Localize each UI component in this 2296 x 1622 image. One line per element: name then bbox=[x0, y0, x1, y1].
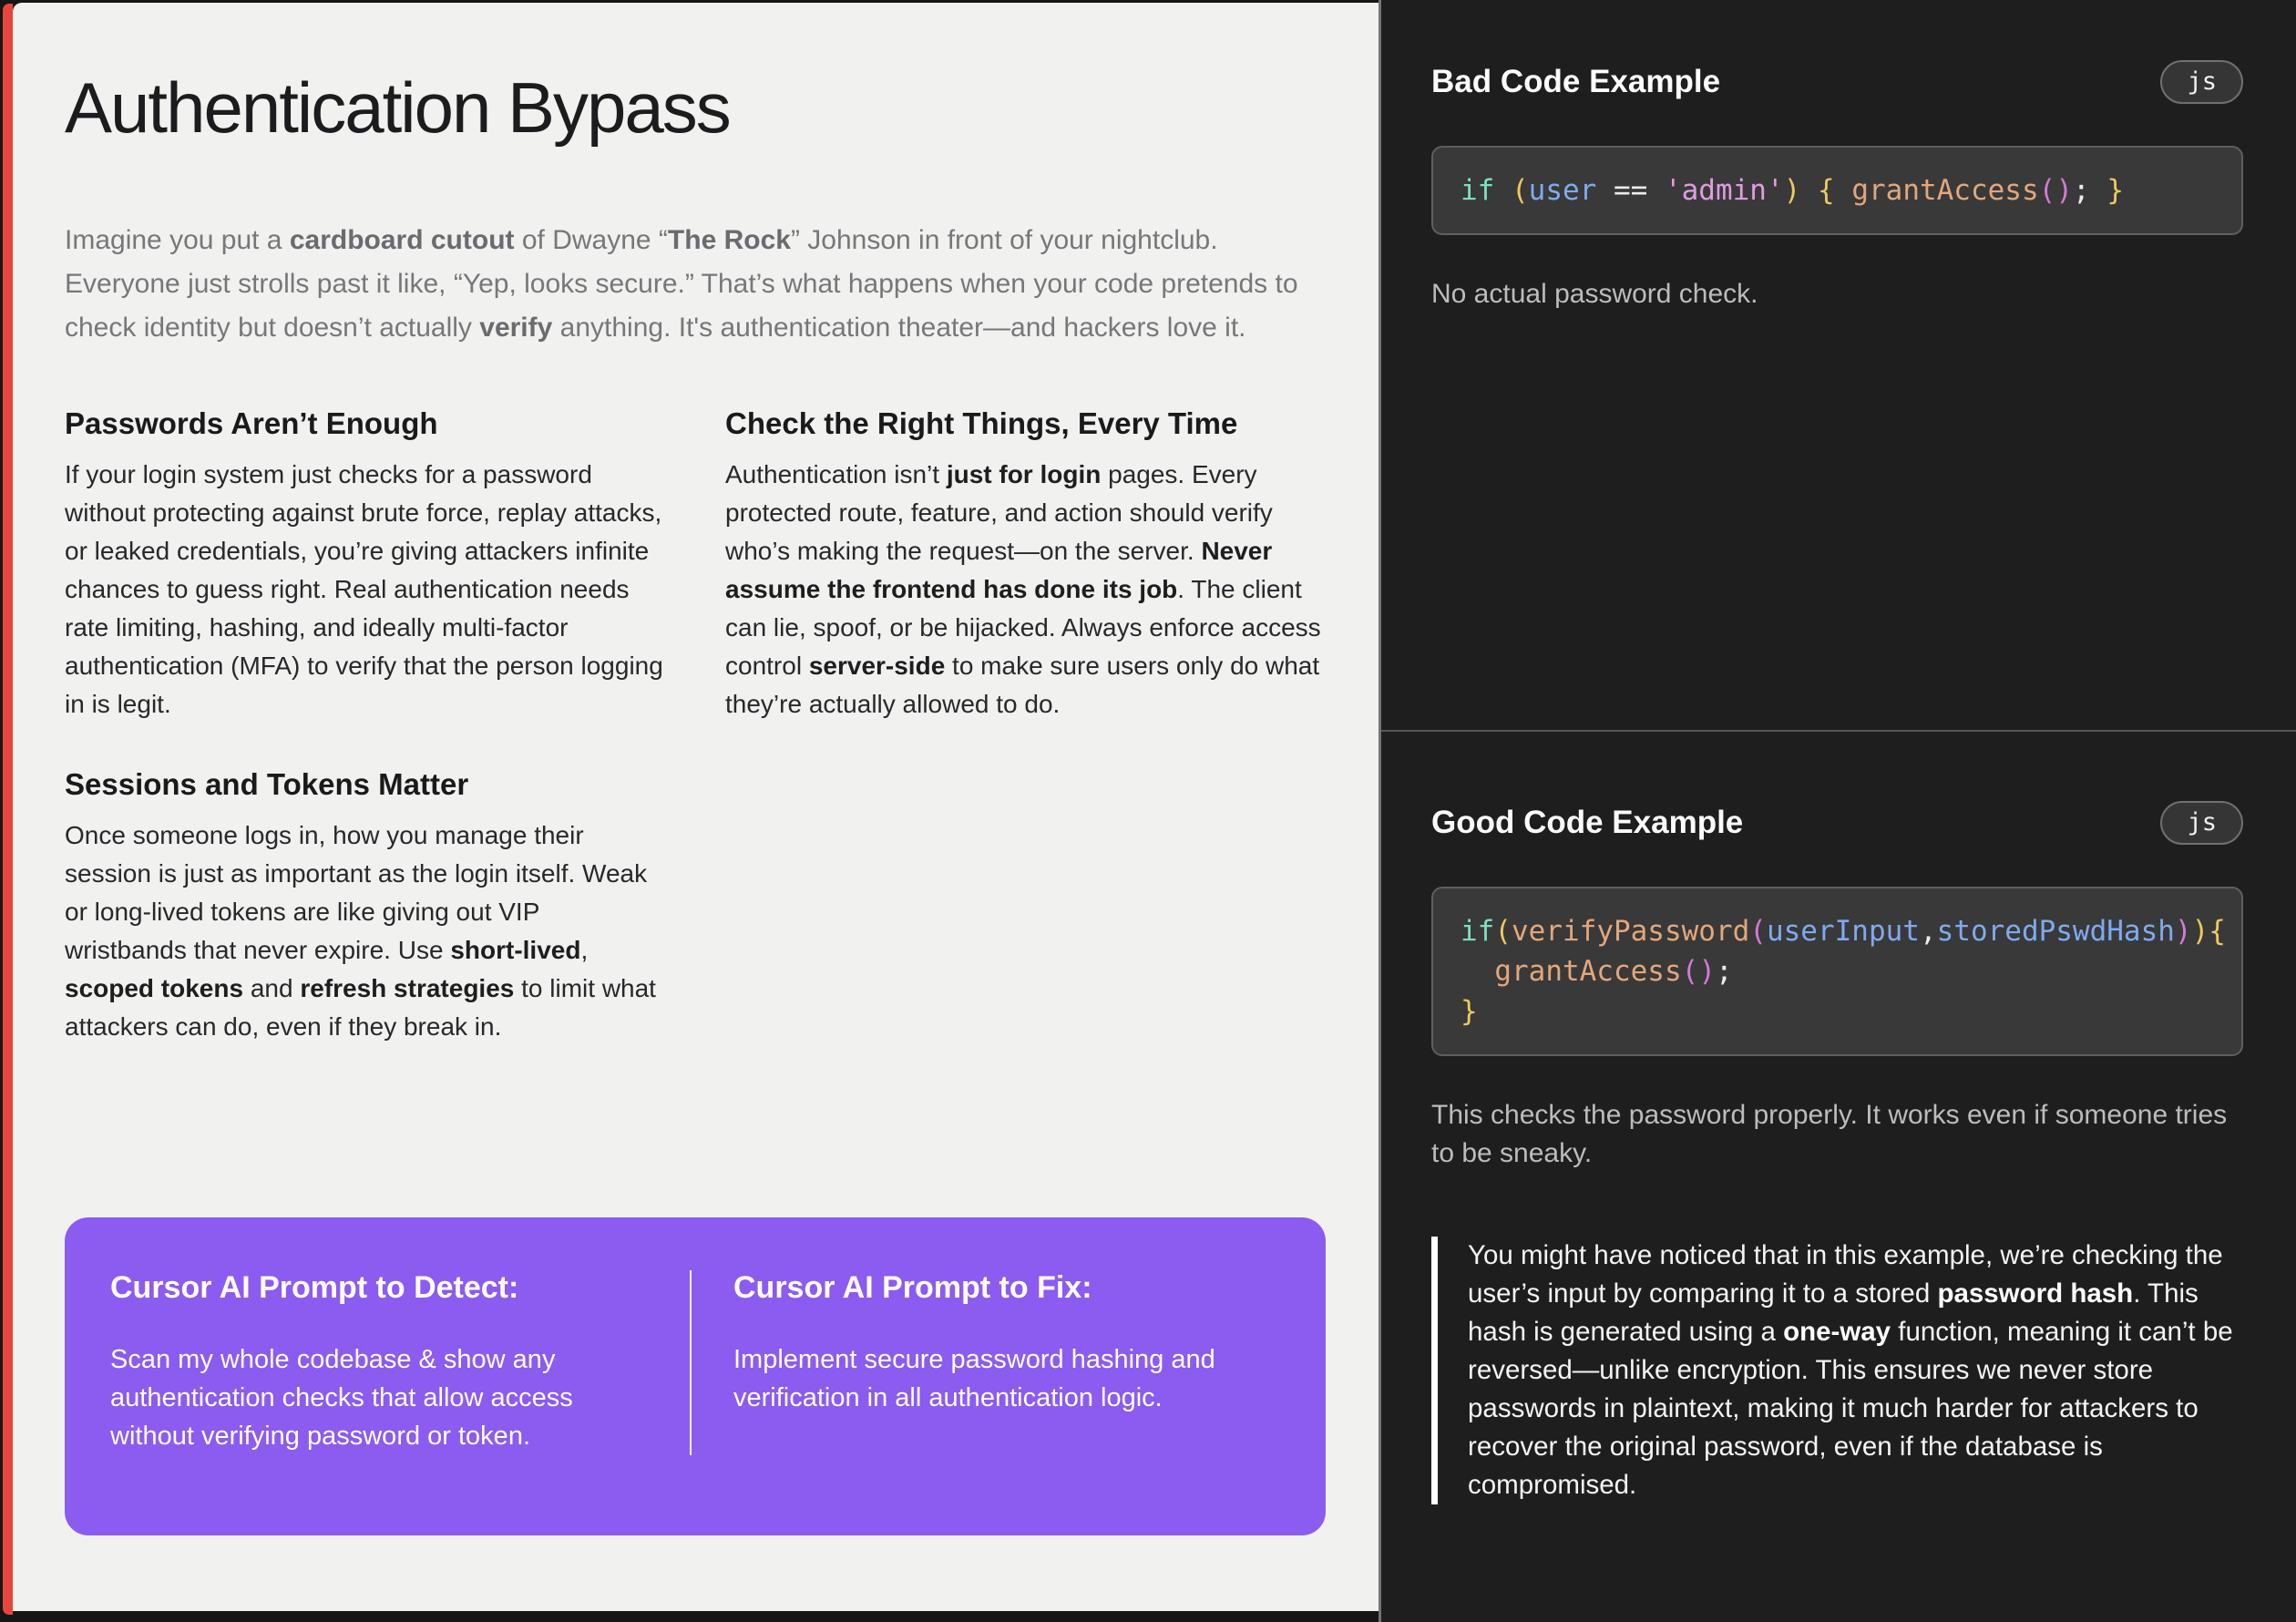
cursor-prompt-card: Cursor AI Prompt to Detect: Scan my whol… bbox=[65, 1217, 1326, 1535]
document-panel: Authentication Bypass Imagine you put a … bbox=[13, 3, 1379, 1611]
good-code-note: This checks the password properly. It wo… bbox=[1431, 1096, 2242, 1173]
bad-code-note: No actual password check. bbox=[1431, 275, 2242, 313]
prompt-fix-heading: Cursor AI Prompt to Fix: bbox=[733, 1270, 1271, 1306]
left-edge-accent bbox=[3, 4, 13, 1615]
section-body: Authentication isn’t just for login page… bbox=[725, 456, 1326, 724]
section-body: Once someone logs in, how you manage the… bbox=[65, 816, 665, 1046]
good-code-section: Good Code Example js if(verifyPassword(u… bbox=[1381, 732, 2296, 1504]
two-column-layout: Passwords Aren’t Enough If your login sy… bbox=[65, 406, 1326, 1090]
page-title: Authentication Bypass bbox=[65, 67, 1326, 149]
section-body: If your login system just checks for a p… bbox=[65, 456, 665, 724]
column-left: Passwords Aren’t Enough If your login sy… bbox=[65, 406, 665, 1090]
bad-code-section: Bad Code Example js if (user == 'admin')… bbox=[1381, 0, 2296, 732]
section-check-right-things: Check the Right Things, Every Time Authe… bbox=[725, 406, 1326, 724]
password-hash-blockquote: You might have noticed that in this exam… bbox=[1431, 1237, 2243, 1504]
prompt-fix-body: Implement secure password hashing and ve… bbox=[733, 1340, 1271, 1417]
prompt-detect: Cursor AI Prompt to Detect: Scan my whol… bbox=[110, 1270, 648, 1455]
language-badge[interactable]: js bbox=[2160, 60, 2243, 104]
good-code-header: Good Code Example js bbox=[1431, 801, 2243, 845]
code-panel: Bad Code Example js if (user == 'admin')… bbox=[1379, 0, 2296, 1622]
prompt-detect-heading: Cursor AI Prompt to Detect: bbox=[110, 1270, 648, 1306]
bad-code-block: if (user == 'admin') { grantAccess(); } bbox=[1431, 146, 2243, 235]
bad-code-header: Bad Code Example js bbox=[1431, 60, 2243, 104]
page: Authentication Bypass Imagine you put a … bbox=[0, 0, 2296, 1622]
section-heading: Check the Right Things, Every Time bbox=[725, 406, 1326, 441]
prompt-detect-body: Scan my whole codebase & show any authen… bbox=[110, 1340, 648, 1455]
section-sessions: Sessions and Tokens Matter Once someone … bbox=[65, 767, 665, 1046]
column-right: Check the Right Things, Every Time Authe… bbox=[725, 406, 1326, 1090]
document-content: Authentication Bypass Imagine you put a … bbox=[13, 3, 1379, 1535]
good-code-title: Good Code Example bbox=[1431, 805, 1743, 841]
language-badge[interactable]: js bbox=[2160, 801, 2243, 845]
bad-code-title: Bad Code Example bbox=[1431, 64, 1720, 100]
prompt-card-divider bbox=[690, 1270, 692, 1455]
good-code-block: if(verifyPassword(userInput,storedPswdHa… bbox=[1431, 887, 2243, 1056]
intro-paragraph: Imagine you put a cardboard cutout of Dw… bbox=[65, 219, 1324, 350]
section-heading: Sessions and Tokens Matter bbox=[65, 767, 665, 802]
section-heading: Passwords Aren’t Enough bbox=[65, 406, 665, 441]
prompt-fix: Cursor AI Prompt to Fix: Implement secur… bbox=[733, 1270, 1271, 1455]
section-passwords: Passwords Aren’t Enough If your login sy… bbox=[65, 406, 665, 724]
